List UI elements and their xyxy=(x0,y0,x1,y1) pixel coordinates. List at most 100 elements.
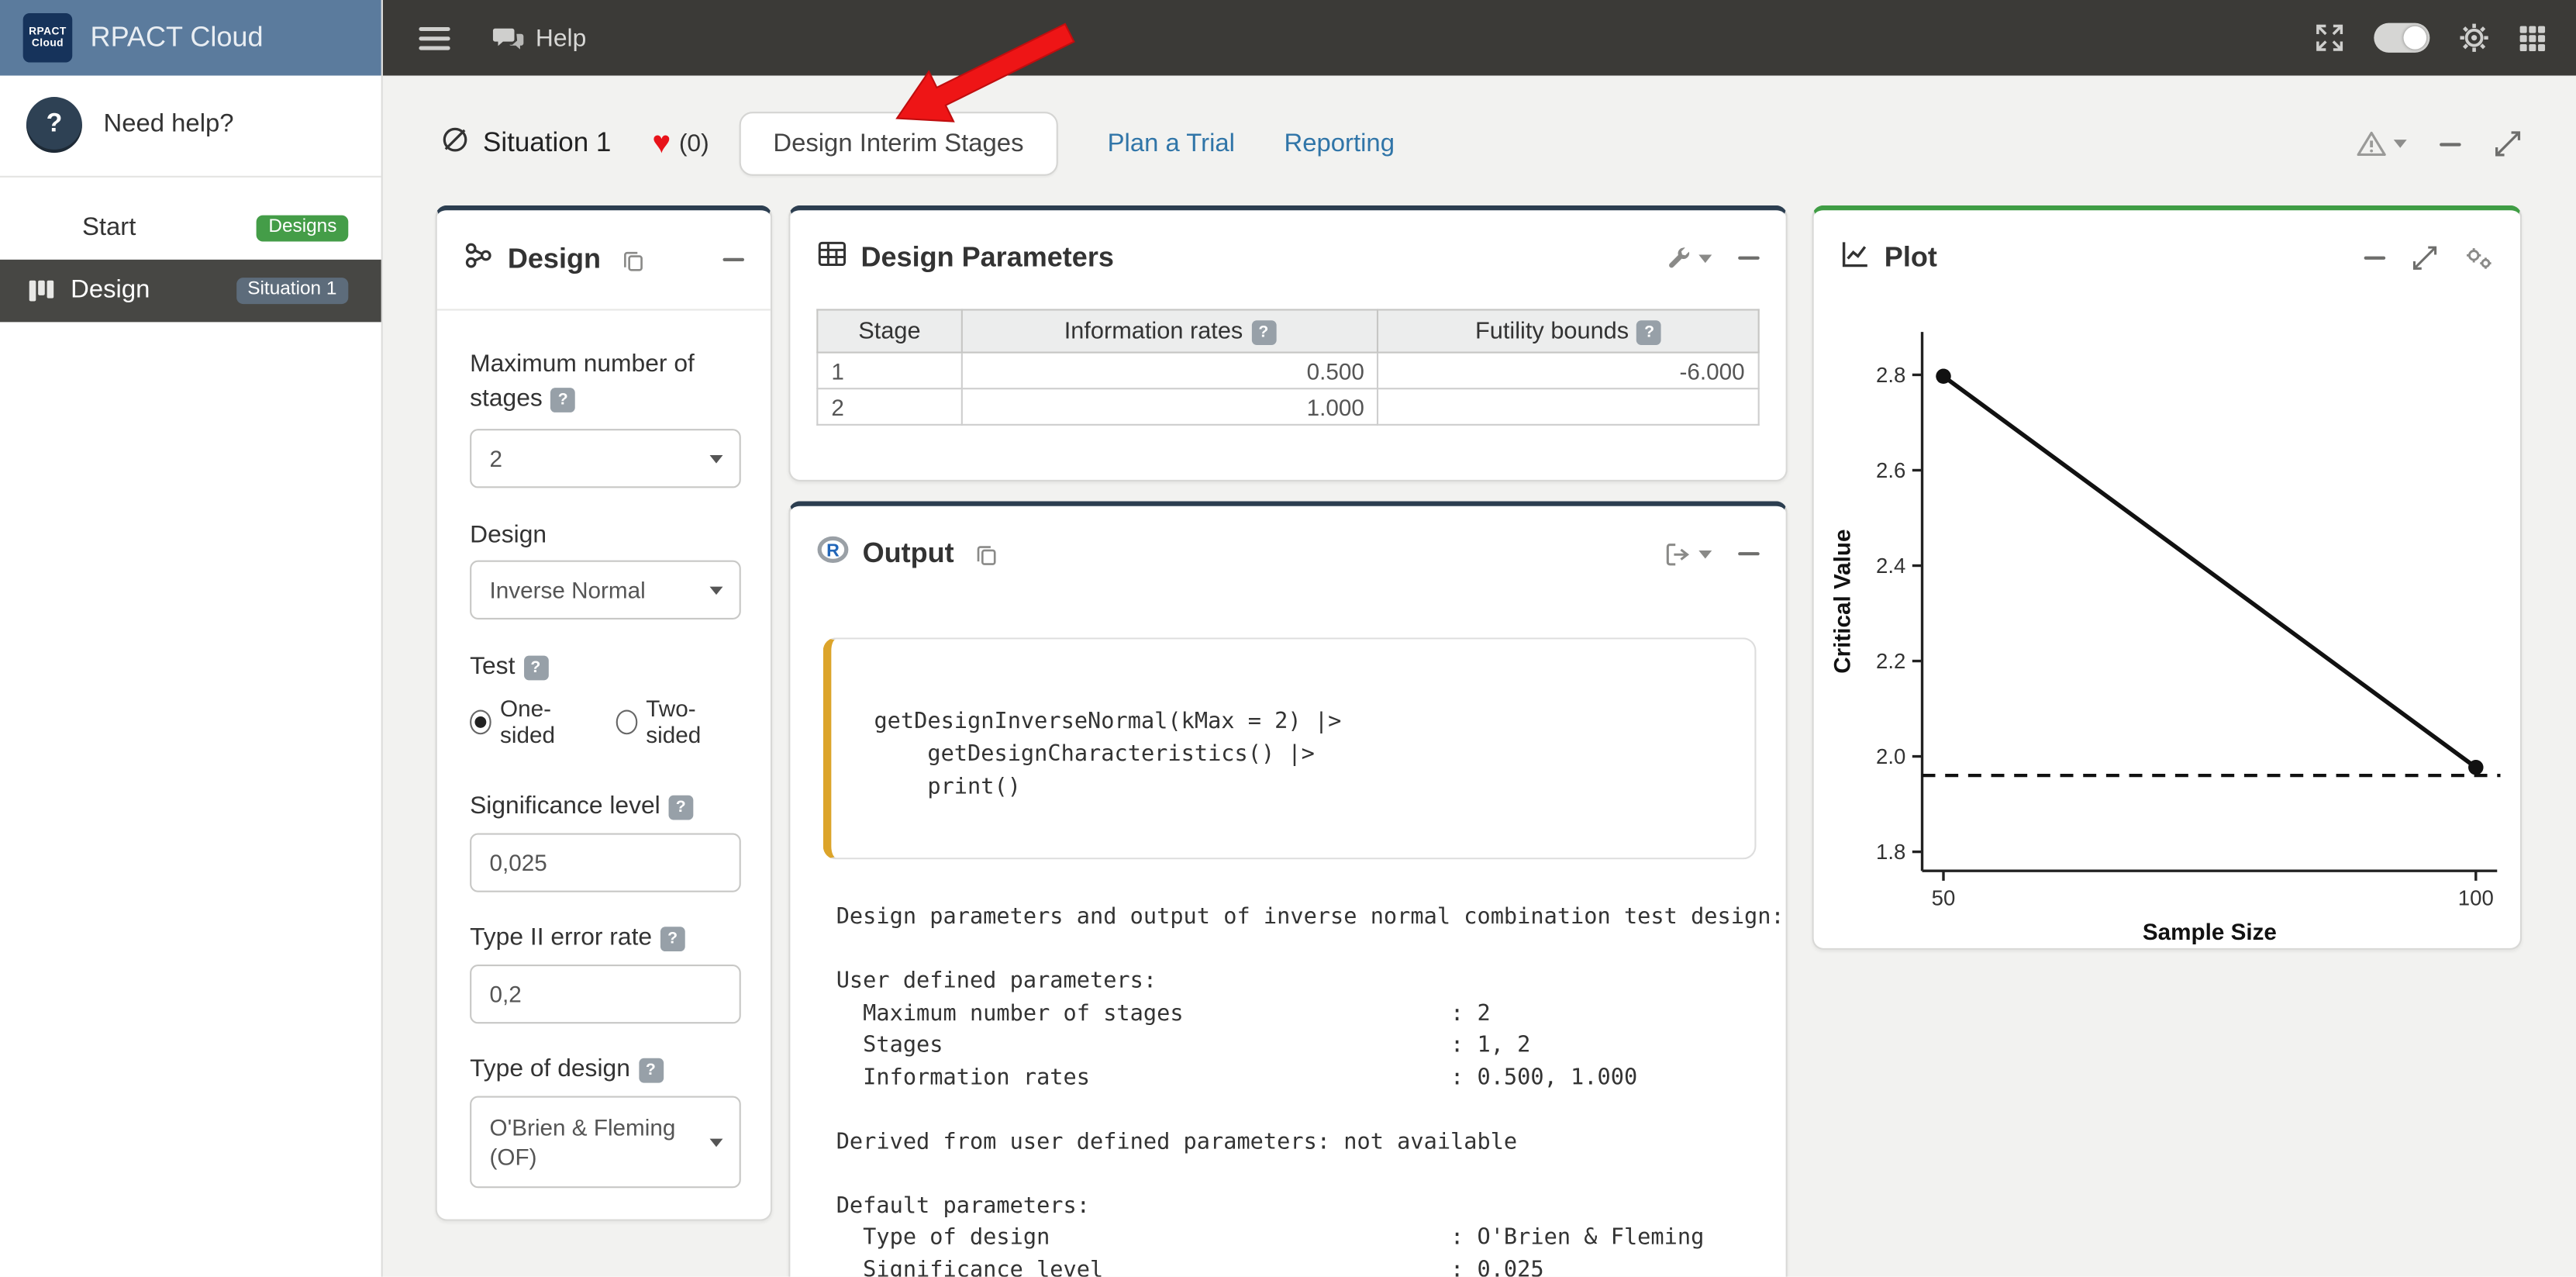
help-icon[interactable]: ? xyxy=(523,656,548,681)
futility-bound-cell[interactable] xyxy=(1378,388,1759,425)
table-header-row: Stage Information rates? Futility bounds… xyxy=(817,309,1758,352)
tab-reporting[interactable]: Reporting xyxy=(1285,129,1395,158)
radio-dot-icon xyxy=(616,709,637,733)
minimize-icon[interactable] xyxy=(1738,552,1760,555)
plot-panel: Plot 1.82.02.22.42.62.850100Critical Val… xyxy=(1812,205,2523,950)
favorites-button[interactable]: ♥ (0) xyxy=(652,128,709,159)
sidebar-item-label: Design xyxy=(71,276,150,305)
svg-text:50: 50 xyxy=(1932,886,1956,910)
r-code-block: getDesignInverseNormal(kMax = 2) |> getD… xyxy=(823,637,1757,859)
sidebar-item-design[interactable]: Design Situation 1 xyxy=(0,260,381,323)
copy-icon[interactable] xyxy=(974,541,998,566)
output-text: Design parameters and output of inverse … xyxy=(836,902,1757,1276)
design-panel: Design Maximum number of stages? 2 Desig… xyxy=(436,205,772,1221)
minimize-icon[interactable] xyxy=(722,258,744,261)
logo-text-top: RPACT xyxy=(29,26,67,38)
svg-text:100: 100 xyxy=(2458,886,2494,910)
apps-grid-icon[interactable] xyxy=(2519,24,2547,52)
table-icon xyxy=(816,238,847,278)
svg-text:2.6: 2.6 xyxy=(1876,458,1905,482)
sidebar-item-start[interactable]: Start Designs xyxy=(0,197,381,260)
svg-text:Critical Value: Critical Value xyxy=(1829,530,1855,674)
type-of-design-select[interactable]: O'Brien & Fleming (OF) xyxy=(470,1096,741,1189)
theme-toggle[interactable] xyxy=(2374,23,2429,53)
radio-dot-icon xyxy=(470,709,491,733)
type2-error-label: Type II error rate? xyxy=(470,920,737,955)
design-parameters-panel: Design Parameters Stage Information rate… xyxy=(788,205,1788,481)
stage-cell[interactable]: 2 xyxy=(817,388,961,425)
svg-text:2.2: 2.2 xyxy=(1876,649,1905,673)
r-code: getDesignInverseNormal(kMax = 2) |> getD… xyxy=(874,705,1722,803)
help-icon[interactable]: ? xyxy=(1637,319,1662,344)
output-panel: R Output getDesignInverseNormal(kMax = 2… xyxy=(788,501,1788,1276)
caret-down-icon xyxy=(1698,254,1712,262)
app-title: RPACT Cloud xyxy=(91,22,264,54)
design-label: Design xyxy=(470,518,737,553)
logo-text-bottom: Cloud xyxy=(32,38,64,50)
max-stages-select[interactable]: 2 xyxy=(470,429,741,488)
expand-icon[interactable] xyxy=(2412,245,2438,271)
fullscreen-icon[interactable] xyxy=(2315,23,2344,53)
design-select[interactable]: Inverse Normal xyxy=(470,561,741,620)
sidebar-header: RPACT Cloud RPACT Cloud xyxy=(0,0,381,75)
copy-icon[interactable] xyxy=(620,247,645,272)
tools-dropdown[interactable] xyxy=(1666,245,1712,271)
tab-design-interim-stages[interactable]: Design Interim Stages xyxy=(739,112,1058,176)
chart-icon xyxy=(1840,238,1871,278)
sidebar-divider xyxy=(0,176,381,178)
question-circle-icon: ? xyxy=(26,97,82,153)
topbar: Help xyxy=(383,0,2576,75)
col-information-rates: Information rates? xyxy=(962,309,1378,352)
rpact-logo[interactable]: RPACT Cloud xyxy=(23,13,73,63)
svg-text:Sample Size: Sample Size xyxy=(2143,920,2277,945)
tab-bar: Situation 1 ♥ (0) Design Interim Stages … xyxy=(440,112,2522,176)
collapse-all-icon[interactable] xyxy=(2440,142,2461,145)
caret-down-icon xyxy=(2394,140,2407,148)
heart-icon: ♥ xyxy=(652,128,671,159)
minimize-icon[interactable] xyxy=(2364,257,2386,260)
futility-bound-cell[interactable]: -6.000 xyxy=(1378,353,1759,389)
slash-circle-icon xyxy=(440,125,470,163)
svg-text:2.4: 2.4 xyxy=(1876,554,1905,578)
sidebar: RPACT Cloud RPACT Cloud ? Need help? Sta… xyxy=(0,0,383,1277)
export-dropdown[interactable] xyxy=(1664,540,1712,568)
stage-cell[interactable]: 1 xyxy=(817,353,961,389)
panel-title: Design xyxy=(508,243,601,276)
svg-text:R: R xyxy=(826,540,840,560)
sidebar-item-label: Start xyxy=(82,214,136,243)
gear-icon[interactable] xyxy=(2460,23,2489,53)
help-icon[interactable]: ? xyxy=(1251,319,1276,344)
max-stages-label: Maximum number of stages? xyxy=(470,347,716,416)
tab-situation[interactable]: Situation 1 xyxy=(440,125,611,163)
test-label: Test? xyxy=(470,649,737,684)
columns-icon xyxy=(26,276,56,305)
help-icon[interactable]: ? xyxy=(550,388,575,412)
col-futility-bounds: Futility bounds? xyxy=(1378,309,1759,352)
output-text-block: Design parameters and output of inverse … xyxy=(836,902,1757,1276)
minimize-icon[interactable] xyxy=(1738,257,1760,260)
help-icon[interactable]: ? xyxy=(668,796,693,820)
expand-all-icon[interactable] xyxy=(2494,129,2522,157)
hamburger-menu-icon[interactable] xyxy=(419,26,450,50)
information-rate-cell[interactable]: 1.000 xyxy=(962,388,1378,425)
plot-settings-icon[interactable] xyxy=(2464,245,2494,271)
table-row: 2 1.000 xyxy=(817,388,1758,425)
design-parameters-table: Stage Information rates? Futility bounds… xyxy=(816,309,1759,425)
plot-canvas: 1.82.02.22.42.62.850100Critical ValueSam… xyxy=(1827,309,2507,946)
radio-one-sided[interactable]: One-sided xyxy=(470,695,593,747)
help-button[interactable]: Help xyxy=(493,24,586,52)
help-icon[interactable]: ? xyxy=(638,1058,663,1083)
plot-area: 1.82.02.22.42.62.850100Critical ValueSam… xyxy=(1814,305,2520,954)
need-help-label: Need help? xyxy=(104,110,234,140)
significance-input[interactable] xyxy=(470,833,741,892)
tab-plan-a-trial[interactable]: Plan a Trial xyxy=(1108,129,1235,158)
designs-badge: Designs xyxy=(257,215,349,242)
type2-error-input[interactable] xyxy=(470,965,741,1023)
radio-two-sided[interactable]: Two-sided xyxy=(616,695,737,747)
test-radio-group: One-sided Two-sided xyxy=(470,695,737,747)
information-rate-cell[interactable]: 0.500 xyxy=(962,353,1378,389)
need-help-button[interactable]: ? Need help? xyxy=(0,75,381,172)
help-icon[interactable]: ? xyxy=(660,927,685,951)
warnings-dropdown[interactable] xyxy=(2356,129,2407,157)
type-of-design-label: Type of design? xyxy=(470,1051,737,1086)
